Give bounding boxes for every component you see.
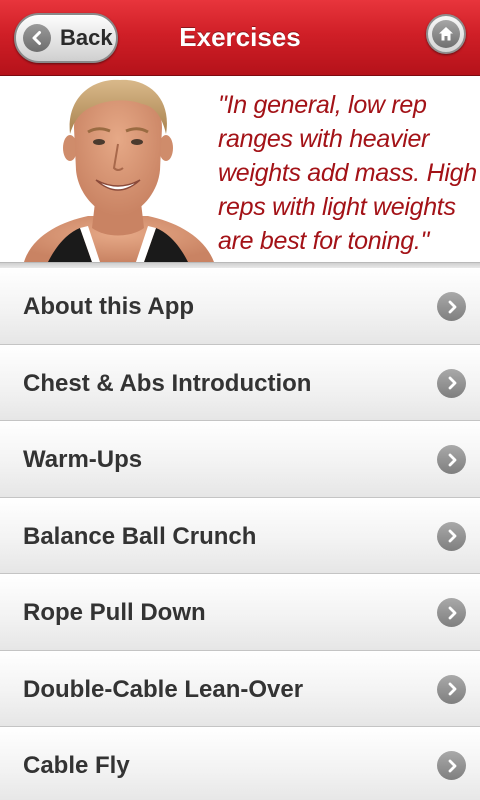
back-button-label: Back: [60, 25, 113, 50]
list-item-label: About this App: [23, 293, 195, 320]
chevron-right-icon: [437, 292, 466, 321]
trainer-quote: "In general, low rep ranges with heavier…: [218, 91, 477, 255]
home-icon: [432, 20, 460, 48]
hero-banner: "In general, low rep ranges with heavier…: [0, 76, 480, 262]
list-item-rope-pull-down[interactable]: Rope Pull Down: [0, 574, 480, 651]
chevron-right-icon: [437, 368, 466, 398]
chevron-right-icon: [437, 521, 466, 551]
trainer-portrait: [24, 79, 214, 262]
back-button[interactable]: Back: [14, 13, 118, 63]
list-item-double-cable-lean-over[interactable]: Double-Cable Lean-Over: [0, 650, 480, 727]
list-item-label: Balance Ball Crunch: [23, 522, 257, 550]
exercise-list: About this App Chest & Abs Introduction …: [0, 268, 480, 800]
chevron-left-icon: [23, 24, 51, 52]
list-item-about-this-app[interactable]: About this App: [0, 268, 480, 345]
list-item-label: Cable Fly: [23, 752, 130, 779]
list-item-label: Rope Pull Down: [23, 599, 206, 626]
list-item-chest-abs-introduction[interactable]: Chest & Abs Introduction: [0, 344, 480, 421]
list-item-label: Chest & Abs Introduction: [23, 369, 312, 397]
list-item-balance-ball-crunch[interactable]: Balance Ball Crunch: [0, 497, 480, 574]
chevron-right-icon: [437, 445, 466, 474]
list-item-label: Warm-Ups: [23, 446, 143, 473]
list-item-cable-fly[interactable]: Cable Fly: [0, 727, 480, 800]
list-item-label: Double-Cable Lean-Over: [23, 675, 304, 703]
list-item-warm-ups[interactable]: Warm-Ups: [0, 421, 480, 498]
top-nav-bar: Back Exercises: [0, 0, 480, 76]
chevron-right-icon: [437, 674, 466, 704]
home-button[interactable]: [426, 14, 466, 54]
chevron-right-icon: [437, 598, 466, 627]
chevron-right-icon: [437, 751, 466, 780]
